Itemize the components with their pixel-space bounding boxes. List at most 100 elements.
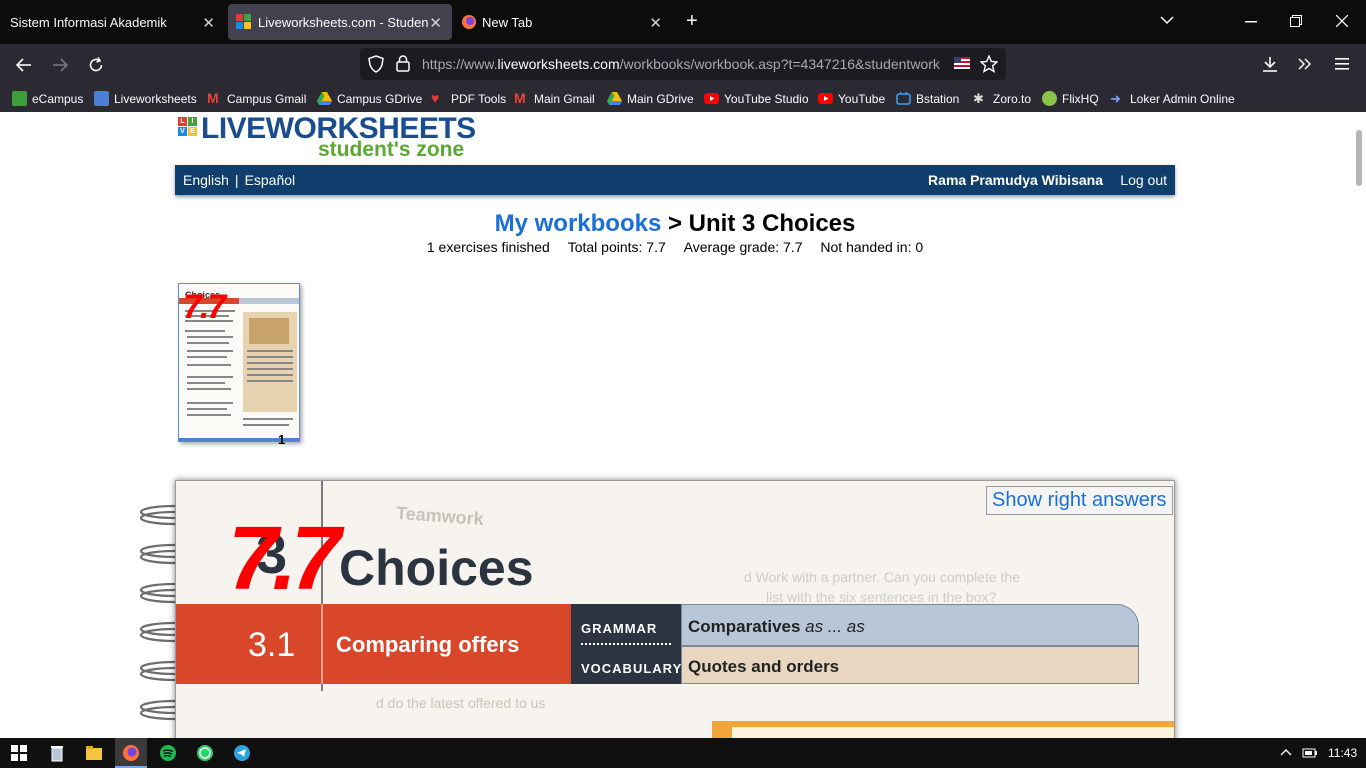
bookmark-loker-admin[interactable]: ➜ Loker Admin Online xyxy=(1110,91,1235,106)
minimize-icon[interactable] xyxy=(1245,21,1257,23)
show-hidden-icons-chevron-icon[interactable] xyxy=(1280,748,1292,756)
arrow-icon: ➜ xyxy=(1110,91,1121,106)
firefox-icon[interactable] xyxy=(122,744,140,762)
start-icon[interactable] xyxy=(10,744,28,762)
bookmarks-toolbar: eCampus Liveworksheets M Campus Gmail Cam… xyxy=(0,86,1366,112)
heart-icon: ♥ xyxy=(431,90,440,106)
section-number: 3.1 xyxy=(248,626,296,664)
logout-link[interactable]: Log out xyxy=(1120,172,1167,188)
liveworksheets-icon xyxy=(94,91,109,106)
file-explorer-icon[interactable] xyxy=(85,744,103,762)
bookmark-pdf-tools[interactable]: ♥ PDF Tools xyxy=(431,91,506,106)
recycle-bin-icon[interactable] xyxy=(48,744,66,762)
more-tools-chevron-icon[interactable] xyxy=(1298,58,1312,70)
page-scrollbar[interactable] xyxy=(1352,112,1366,738)
close-tab-icon[interactable]: ✕ xyxy=(202,14,215,32)
spotify-icon[interactable] xyxy=(159,744,177,762)
grammar-value-em: as ... as xyxy=(805,617,865,636)
firefox-icon xyxy=(462,15,476,29)
my-workbooks-link[interactable]: My workbooks xyxy=(495,210,662,237)
flixhq-icon xyxy=(1042,91,1057,106)
breadcrumb-current: > Unit 3 Choices xyxy=(661,210,856,237)
grammar-value: Comparatives as ... as xyxy=(688,617,865,637)
user-name[interactable]: Rama Pramudya Wibisana xyxy=(928,172,1103,188)
gmail-icon: M xyxy=(514,90,526,106)
bookmark-liveworksheets[interactable]: Liveworksheets xyxy=(94,91,197,106)
restore-icon[interactable] xyxy=(1290,15,1302,27)
show-right-answers-button[interactable]: Show right answers xyxy=(986,486,1173,515)
worksheet-thumbnail[interactable]: Choices 7.7 xyxy=(178,283,300,442)
tab-title: Liveworksheets.com - Student w xyxy=(258,14,428,30)
liveworksheets-icon xyxy=(236,14,251,29)
url-text[interactable]: https://www.liveworksheets.com/workbooks… xyxy=(422,56,944,72)
youtube-icon xyxy=(704,93,719,104)
bookmark-bstation[interactable]: Bstation xyxy=(896,91,959,106)
tab-new-tab[interactable]: New Tab ✕ xyxy=(456,0,672,44)
bookmark-label: Main Gmail xyxy=(534,91,595,106)
vocabulary-label: VOCABULARY xyxy=(581,661,683,676)
telegram-icon[interactable] xyxy=(233,744,251,762)
bookmark-label: Bstation xyxy=(916,91,960,106)
back-arrow-icon[interactable] xyxy=(16,57,32,73)
bookmark-ecampus[interactable]: eCampus xyxy=(12,91,83,106)
url-host: liveworksheets.com xyxy=(497,56,620,72)
exercise-box xyxy=(732,727,1174,738)
forward-arrow-icon[interactable] xyxy=(52,57,68,73)
bookmark-label: FlixHQ xyxy=(1062,91,1099,106)
ecampus-icon xyxy=(12,91,27,106)
worksheet-page: Teamwork d Work with a partner. Can you … xyxy=(175,480,1175,738)
close-window-icon[interactable] xyxy=(1336,15,1348,27)
faded-text-3: d do the latest offered to us xyxy=(376,695,546,711)
lock-icon[interactable] xyxy=(396,55,410,72)
bookmark-flixhq[interactable]: FlixHQ xyxy=(1042,91,1099,106)
banner-divider xyxy=(321,604,323,684)
bookmark-campus-gdrive[interactable]: Campus GDrive xyxy=(317,91,422,106)
url-path: /workbooks/workbook.asp?t=4347216&studen… xyxy=(619,56,940,72)
breadcrumb: My workbooks > Unit 3 Choices xyxy=(0,210,1350,238)
tab-bar: Sistem Informasi Akademik ✕ Liveworkshee… xyxy=(0,0,1366,44)
gdrive-icon xyxy=(317,92,332,105)
bookmark-star-icon[interactable] xyxy=(980,55,998,73)
language-switcher: English | Español xyxy=(183,172,295,188)
espanol-link[interactable]: Español xyxy=(245,172,296,188)
bookmark-youtube[interactable]: YouTube xyxy=(818,91,885,106)
bookmark-campus-gmail[interactable]: M Campus Gmail xyxy=(207,91,306,106)
tab-sistem-informasi[interactable]: Sistem Informasi Akademik ✕ xyxy=(0,0,225,44)
clock-time[interactable]: 11:43 xyxy=(1328,746,1357,760)
tab-list-chevron-icon[interactable] xyxy=(1160,15,1174,25)
downloads-icon[interactable] xyxy=(1262,56,1278,72)
menu-hamburger-icon[interactable] xyxy=(1335,58,1349,70)
average-grade: Average grade: 7.7 xyxy=(683,239,803,255)
unit-title: Choices xyxy=(339,540,534,596)
site-header: LI VE LIVEWORKSHEETS student's zone xyxy=(175,112,1175,165)
close-tab-icon[interactable]: ✕ xyxy=(649,14,662,32)
bookmark-label: PDF Tools xyxy=(451,91,507,106)
faded-text-1: d Work with a partner. Can you complete … xyxy=(744,569,1020,585)
bookmark-youtube-studio[interactable]: YouTube Studio xyxy=(704,91,809,106)
tracking-shield-icon[interactable] xyxy=(368,55,384,73)
english-link[interactable]: English xyxy=(183,172,229,188)
scrollbar-thumb[interactable] xyxy=(1356,130,1362,186)
gmail-icon: M xyxy=(207,90,219,106)
us-flag-icon[interactable] xyxy=(954,57,970,69)
battery-icon[interactable] xyxy=(1302,746,1318,760)
close-tab-icon[interactable]: ✕ xyxy=(429,14,442,32)
bookmark-label: YouTube Studio xyxy=(724,91,809,106)
bookmark-label: Loker Admin Online xyxy=(1130,91,1235,106)
site-logo-subtitle: student's zone xyxy=(318,138,465,161)
bookmark-main-gmail[interactable]: M Main Gmail xyxy=(514,91,595,106)
faded-text-2: list with the six sentences in the box? xyxy=(766,589,997,605)
exercises-finished: 1 exercises finished xyxy=(426,239,550,255)
bookmark-main-gdrive[interactable]: Main GDrive xyxy=(607,91,694,106)
reload-icon[interactable] xyxy=(88,57,104,73)
tab-liveworksheets[interactable]: Liveworksheets.com - Student w ✕ xyxy=(228,4,452,40)
grammar-label: GRAMMAR xyxy=(581,621,658,636)
whatsapp-icon[interactable] xyxy=(196,744,214,762)
bookmark-zoro[interactable]: ✱ Zoro.to xyxy=(973,91,1031,106)
url-bar[interactable]: https://www.liveworksheets.com/workbooks… xyxy=(360,48,1006,80)
bookmark-label: eCampus xyxy=(32,91,84,106)
total-points: Total points: 7.7 xyxy=(567,239,666,255)
thumbnail-page-number: 1 xyxy=(278,432,286,447)
new-tab-button[interactable]: + xyxy=(686,10,698,33)
site-nav-bar: English | Español Rama Pramudya Wibisana L… xyxy=(175,165,1175,195)
